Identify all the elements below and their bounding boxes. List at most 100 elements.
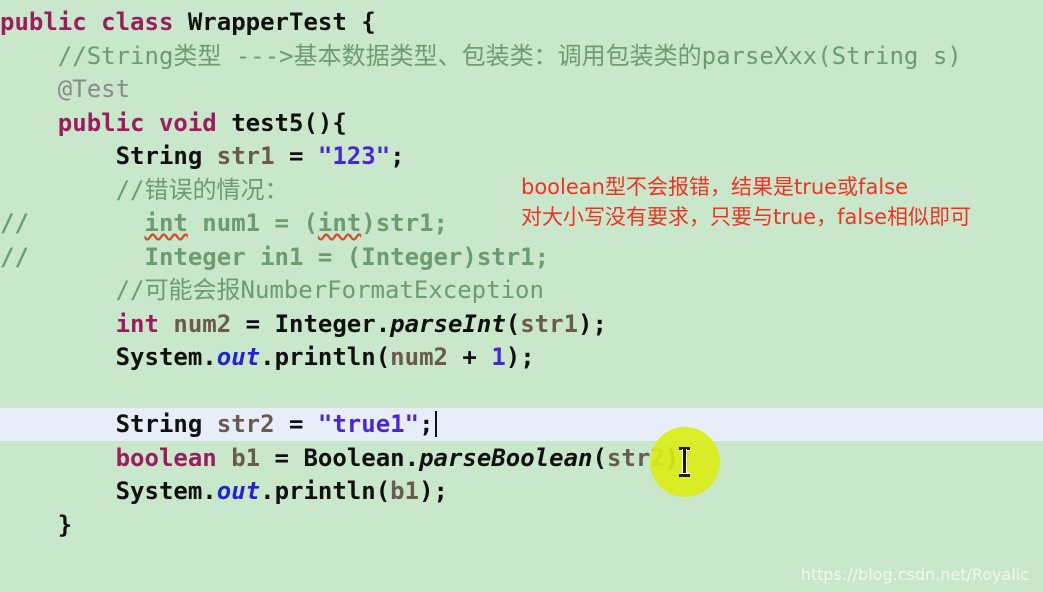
token: Boolean [303, 443, 405, 472]
token: println [274, 343, 376, 371]
token: //String类型 --->基本数据类型、包装类：调用包装类的parseXxx… [0, 41, 962, 70]
token: int [145, 209, 188, 237]
token: Integer in1 = (Integer)str1; [144, 242, 550, 271]
token: parseBoolean [419, 443, 593, 472]
token: //可能会报NumberFormatException [0, 276, 544, 304]
token: (){ [303, 108, 347, 137]
code-line-close-brace[interactable]: } [0, 508, 1043, 542]
text-cursor-icon [679, 447, 690, 477]
code-line-blank-line[interactable] [0, 374, 1043, 408]
token: String [115, 142, 203, 170]
token: . [202, 477, 217, 505]
token: public [0, 8, 87, 36]
token: b1 [231, 443, 261, 472]
token: = [274, 142, 318, 170]
error-underline: int [144, 209, 188, 237]
token: public [57, 108, 145, 137]
token: "true1" [317, 410, 420, 438]
token: ); [578, 309, 607, 338]
token: ); [419, 477, 448, 505]
token: )str1; [361, 209, 448, 237]
token: . [404, 443, 420, 472]
token: num1 = ( [187, 209, 318, 237]
token: } [0, 510, 73, 539]
token: WrapperTest [187, 8, 347, 36]
code-line-comment-nfe[interactable]: //可能会报NumberFormatException [0, 273, 1043, 307]
token: parseInt [390, 309, 506, 338]
token: System [115, 343, 203, 371]
token: . [375, 309, 391, 338]
token: str1 [216, 142, 275, 170]
code-line-parse-boolean-line[interactable]: boolean b1 = Boolean.parseBoolean(str2); [0, 441, 1043, 475]
code-line-class-decl[interactable]: public class WrapperTest { [0, 5, 1043, 39]
token: Integer [274, 309, 376, 338]
code-line-println-num2[interactable]: System.out.println(num2 + 1); [0, 340, 1043, 374]
code-line-method-test5[interactable]: public void test5(){ [0, 106, 1043, 140]
token: boolean [115, 443, 217, 472]
code-content[interactable]: public class WrapperTest { //String类型 --… [0, 0, 1043, 592]
token: int [115, 309, 159, 338]
token: + [447, 343, 492, 371]
token: ( [505, 309, 521, 338]
token: ( [375, 343, 391, 371]
token: = [231, 309, 275, 338]
token: ; [390, 142, 405, 170]
text-caret [434, 411, 437, 437]
token: = [260, 443, 304, 472]
token: num2 [390, 343, 448, 371]
code-editor-screenshot: //... public class WrapperTest { //Strin… [0, 0, 1043, 592]
token: ); [505, 343, 535, 371]
token: // [0, 209, 29, 237]
token: out [216, 343, 261, 371]
token: str2 [216, 410, 275, 438]
token: ( [375, 477, 391, 505]
token: . [260, 343, 275, 371]
code-line-decl-str1[interactable]: String str1 = "123"; [0, 139, 1043, 173]
token: = [274, 410, 318, 438]
token: out [216, 477, 261, 505]
token: println [274, 477, 376, 505]
token: str1 [520, 309, 579, 338]
token: num2 [173, 309, 232, 338]
token: int [318, 209, 361, 237]
code-line-comment-string-type[interactable]: //String类型 --->基本数据类型、包装类：调用包装类的parseXxx… [0, 39, 1043, 73]
token: { [346, 8, 376, 36]
code-line-println-b1[interactable]: System.out.println(b1); [0, 474, 1043, 508]
token: 1 [491, 343, 506, 371]
token: @Test [0, 75, 131, 103]
token: . [202, 343, 217, 371]
token: void [158, 108, 217, 137]
error-underline: int [317, 209, 362, 237]
code-line-parse-int-line[interactable]: int num2 = Integer.parseInt(str1); [0, 307, 1043, 341]
token: // [0, 242, 29, 271]
token: test5 [231, 108, 304, 137]
token: class [101, 8, 174, 36]
token: String [115, 410, 203, 438]
token: "123" [317, 142, 391, 170]
token: b1 [390, 477, 420, 505]
token: ; [419, 410, 434, 438]
annotation-line-1: boolean型不会报错，结果是true或false [521, 175, 909, 199]
code-line-annotation-test[interactable]: @Test [0, 72, 1043, 106]
token: ( [592, 443, 607, 472]
code-line-decl-str2[interactable]: String str2 = "true1"; [0, 407, 1043, 441]
token: System [115, 477, 203, 505]
token: //错误的情况： [0, 175, 289, 204]
code-line-commented-integer-in1[interactable]: // Integer in1 = (Integer)str1; [0, 240, 1043, 274]
